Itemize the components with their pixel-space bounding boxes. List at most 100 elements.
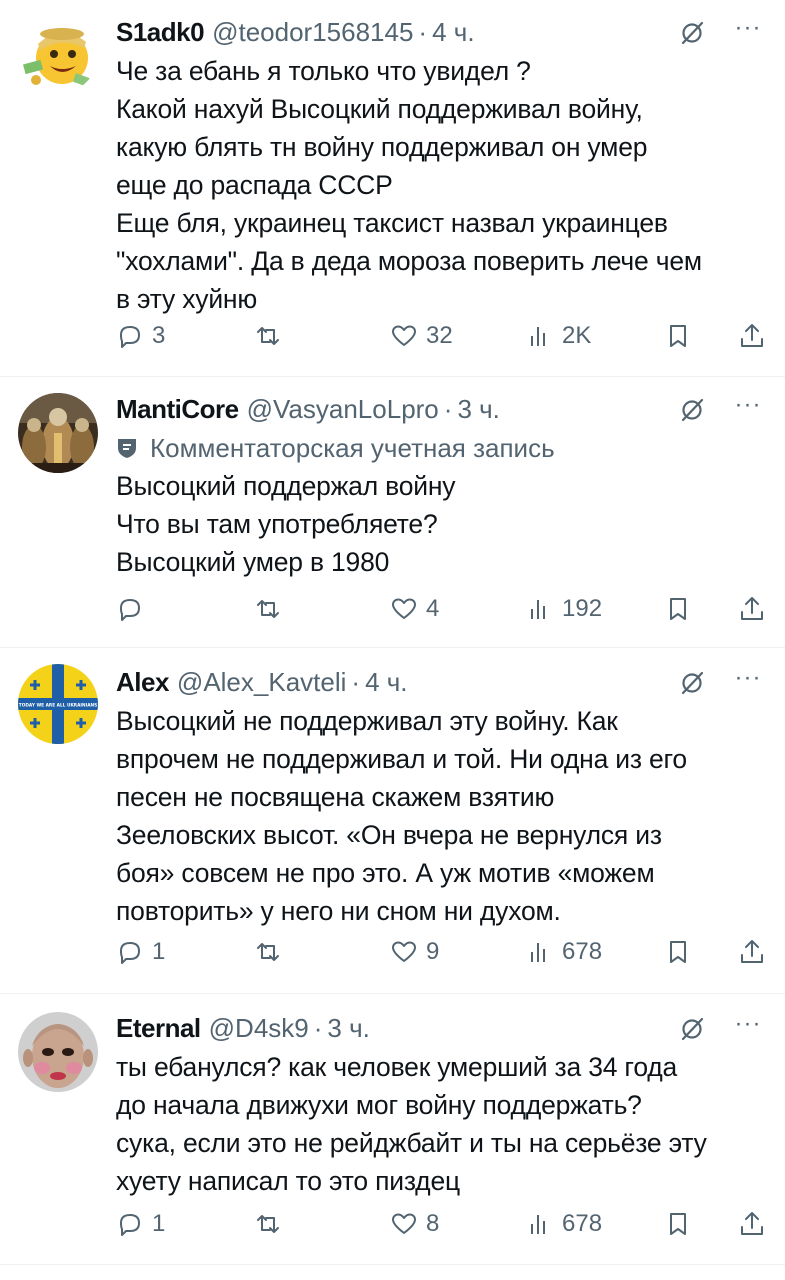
heart-icon [392,325,416,346]
grok-icon[interactable] [679,397,705,423]
views-button[interactable]: 678 [526,932,602,972]
share-button[interactable] [738,932,766,972]
reply-button[interactable]: 1 [116,932,165,972]
tweet-actions: 3 32 2K [116,316,767,356]
account-label-text: Комментаторская учетная запись [150,433,555,463]
separator-dot: · [313,1013,323,1043]
timestamp[interactable]: 4 ч. [365,662,407,702]
avatar-logo-text: TODAY WE ARE ALL UKRAINIANS [19,703,97,709]
like-count: 32 [426,322,453,349]
share-icon [741,940,763,963]
user-handle[interactable]: @teodor1568145 [212,12,413,52]
shield-icon [118,439,136,458]
display-name[interactable]: MantiCore [116,389,239,429]
reply-icon [120,326,140,348]
display-name[interactable]: Alex [116,662,169,702]
bookmark-button[interactable] [664,316,692,356]
user-handle[interactable]: @Alex_Kavteli [177,662,346,702]
user-handle[interactable]: @D4sk9 [209,1008,309,1048]
grok-icon[interactable] [679,1016,705,1042]
reply-count: 1 [152,938,166,965]
more-options-icon[interactable]: ··· [731,1012,765,1042]
view-count: 678 [562,938,603,965]
bookmark-icon [670,325,686,347]
view-count: 192 [562,595,603,622]
heart-icon [392,1213,416,1234]
analytics-icon [531,600,545,619]
account-label: Комментаторская учетная запись [116,429,767,467]
repost-icon [257,327,279,345]
face-with-makeup-photo [18,1012,98,1092]
bookmark-button[interactable] [664,589,692,629]
avatar[interactable]: TODAY WE ARE ALL UKRAINIANS [18,664,98,744]
display-name[interactable]: Eternal [116,1008,201,1048]
repost-icon [257,600,279,618]
repost-button[interactable] [254,1204,290,1244]
reply-count: 1 [152,1210,166,1237]
reply-icon [120,1214,140,1236]
view-count: 2K [562,322,592,349]
user-handle[interactable]: @VasyanLoLpro [247,389,439,429]
tweet[interactable]: Eternal @D4sk9 · 3 ч. ··· ты ебанулся? к… [0,994,785,1264]
like-button[interactable]: 8 [390,1204,439,1244]
divider [0,1264,785,1265]
like-button[interactable]: 9 [390,932,439,972]
timestamp[interactable]: 3 ч. [327,1008,369,1048]
reply-button[interactable] [116,589,152,629]
warrior-figures-image [18,393,98,473]
views-button[interactable]: 192 [526,589,602,629]
views-button[interactable]: 2K [526,316,591,356]
timestamp[interactable]: 3 ч. [457,389,499,429]
like-count: 4 [426,595,440,622]
more-options-icon[interactable]: ··· [731,393,765,423]
separator-dot: · [443,394,453,424]
share-icon [741,1212,763,1235]
tweet-text: Высоцкий поддержал войну Что вы там упот… [116,471,456,577]
tweet[interactable]: MantiCore @VasyanLoLpro · 3 ч. ··· Комме… [0,377,785,647]
like-button[interactable]: 4 [390,589,439,629]
repost-icon [257,1215,279,1233]
view-count: 678 [562,1210,603,1237]
avatar[interactable] [18,14,98,94]
bookmark-icon [670,1213,686,1235]
share-icon [741,324,763,347]
reply-button[interactable]: 1 [116,1204,165,1244]
tweet-header: Eternal @D4sk9 · 3 ч. ··· [116,1008,767,1048]
repost-button[interactable] [254,932,290,972]
views-button[interactable]: 678 [526,1204,602,1244]
repost-button[interactable] [254,589,290,629]
tweet-actions: 4 192 [116,589,767,629]
heart-icon [392,941,416,962]
separator-dot: · [418,17,428,47]
tweet-header: MantiCore @VasyanLoLpro · 3 ч. ··· [116,389,767,429]
avatar[interactable] [18,393,98,473]
tweet-header: Alex @Alex_Kavteli · 4 ч. ··· [116,662,767,702]
heart-icon [392,598,416,619]
reply-count: 3 [152,322,166,349]
avatar[interactable] [18,1012,98,1092]
display-name[interactable]: S1adk0 [116,12,205,52]
more-options-icon[interactable]: ··· [731,666,765,696]
tweet[interactable]: TODAY WE ARE ALL UKRAINIANS Alex @Alex_K… [0,648,785,993]
reply-button[interactable]: 3 [116,316,165,356]
share-button[interactable] [738,589,766,629]
bookmark-icon [670,941,686,963]
grok-icon[interactable] [679,670,705,696]
reply-feed: S1adk0 @teodor1568145 · 4 ч. ··· Че за е… [0,0,785,1280]
bookmark-icon [670,598,686,620]
analytics-icon [531,1215,545,1234]
analytics-icon [531,943,545,962]
share-button[interactable] [738,316,766,356]
grok-icon[interactable] [679,20,705,46]
separator-dot: · [351,667,361,697]
more-options-icon[interactable]: ··· [731,16,765,46]
like-count: 9 [426,938,440,965]
share-button[interactable] [738,1204,766,1244]
tweet[interactable]: S1adk0 @teodor1568145 · 4 ч. ··· Че за е… [0,0,785,376]
bookmark-button[interactable] [664,932,692,972]
repost-button[interactable] [254,316,290,356]
bookmark-button[interactable] [664,1204,692,1244]
reply-icon [120,599,140,621]
timestamp[interactable]: 4 ч. [432,12,474,52]
like-button[interactable]: 32 [390,316,453,356]
